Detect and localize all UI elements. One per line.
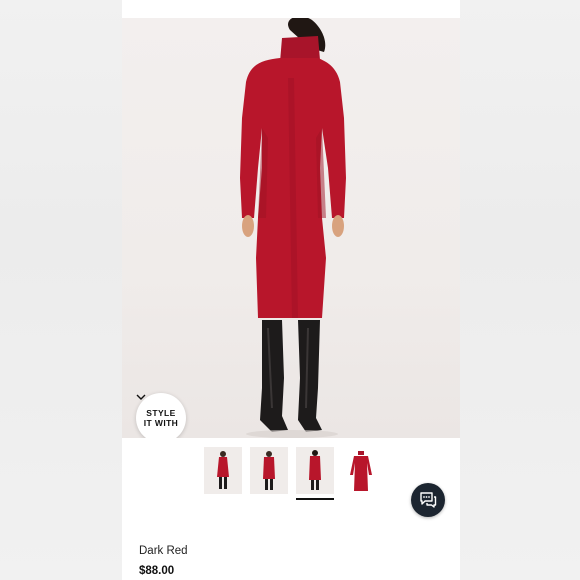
thumbnail-4[interactable] — [342, 447, 380, 494]
right-margin — [460, 0, 580, 580]
chat-bubbles-icon — [420, 492, 437, 508]
product-price: $88.00 — [139, 565, 175, 577]
thumbnail-image — [263, 451, 275, 490]
model-back-view-illustration — [240, 18, 346, 438]
main-product-image[interactable]: STYLE IT WITH — [122, 18, 460, 438]
chat-button[interactable] — [411, 483, 445, 517]
color-name: Dark Red — [139, 545, 188, 557]
thumbnail-3-selected[interactable] — [296, 447, 334, 500]
chevron-down-icon — [136, 394, 146, 400]
style-it-with-button[interactable]: STYLE IT WITH — [136, 393, 186, 438]
thumbnail-image — [309, 450, 321, 490]
thumbnail-image — [350, 451, 372, 491]
product-page: STYLE IT WITH Dark Red $88.00 — [122, 0, 460, 580]
thumbnail-strip — [204, 447, 380, 500]
thumbnail-image — [217, 451, 229, 489]
left-margin — [0, 0, 122, 580]
thumbnail-2[interactable] — [250, 447, 288, 494]
style-it-with-line1: STYLE — [146, 408, 176, 418]
style-it-with-line2: IT WITH — [143, 418, 179, 428]
thumbnail-1[interactable] — [204, 447, 242, 494]
